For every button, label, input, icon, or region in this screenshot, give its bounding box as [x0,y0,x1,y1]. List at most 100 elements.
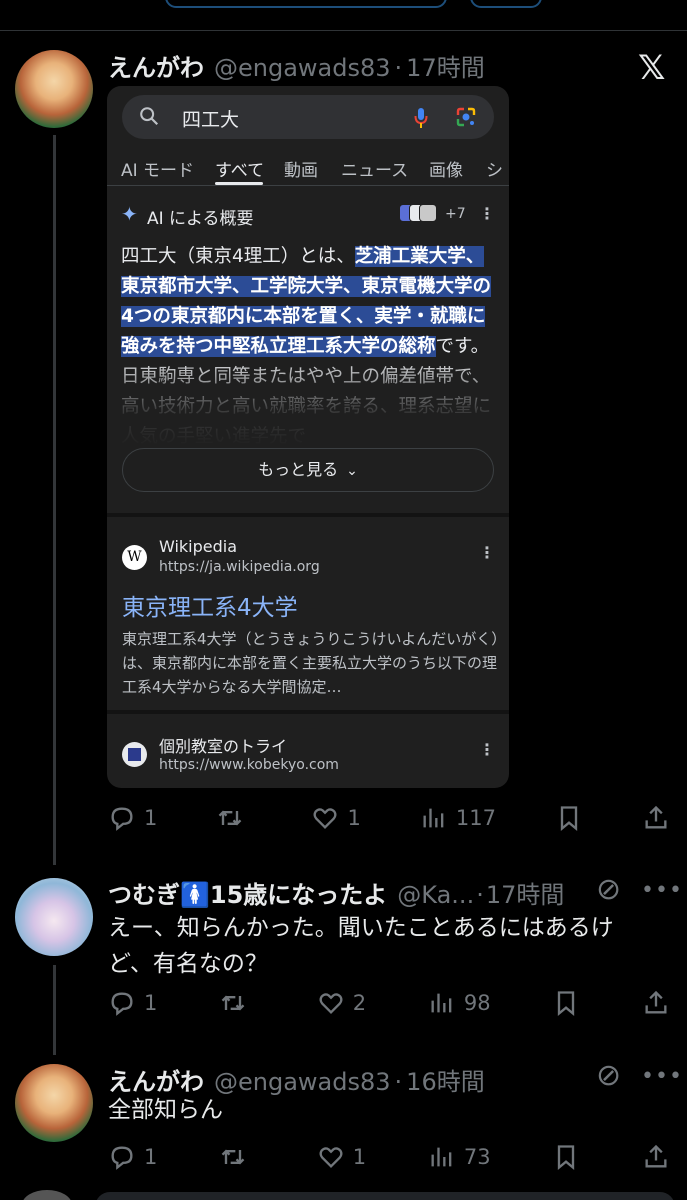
thread-line [53,965,56,1055]
result-url: https://www.kobekyo.com [159,757,339,773]
kebab-icon: ⋮ [479,204,495,223]
top-button-pill[interactable] [470,0,542,8]
reply-count: 1 [144,1145,158,1169]
reply-icon [111,992,133,1016]
retweet-button[interactable] [216,804,252,832]
like-icon [313,808,337,829]
grok-icon[interactable]: ⊘ [596,872,621,907]
views-count: 117 [455,806,496,830]
like-button[interactable]: 1 [317,1143,366,1171]
views-button[interactable]: 73 [428,1143,491,1171]
views-icon [431,1147,452,1167]
share-button[interactable] [642,989,670,1017]
views-count: 73 [463,1145,491,1169]
result-site-name: Wikipedia [159,537,238,556]
like-button[interactable]: 1 [311,804,361,832]
wikipedia-favicon-icon: W [122,545,147,570]
views-button[interactable]: 98 [428,989,491,1017]
share-icon [645,990,667,1014]
active-tab-indicator [215,182,263,185]
views-icon [431,993,452,1013]
tweet-actions: 1 2 98 [108,983,670,1023]
ai-text-intro: 四工大（東京4理工）とは、 [121,246,355,267]
handle[interactable]: @engawads83 [214,1068,391,1096]
avatar[interactable] [15,1064,93,1142]
more-icon[interactable]: ••• [641,878,683,903]
tab-video: 動画 [284,161,318,181]
reply-icon [111,1146,133,1170]
timestamp[interactable]: 16時間 [406,1062,485,1097]
handle[interactable]: @engawads83 [214,54,391,82]
retweet-button[interactable] [219,989,255,1017]
tweet-text: 全部知らん [108,1097,223,1123]
kebab-icon: ⋮ [479,740,495,759]
retweet-icon [221,1149,245,1165]
source-favicons [399,204,437,224]
display-name[interactable]: つむぎ🚺15歳になったよ [108,875,387,910]
like-count: 2 [352,991,367,1015]
result-snippet: 東京理工系4大学（とうきょうりこうけいよんだいがく）は、東京都内に本部を置く主要… [122,630,499,696]
kebab-icon: ⋮ [479,543,495,562]
bookmark-icon [558,991,575,1016]
top-search-pill[interactable] [165,0,447,8]
chevron-down-icon: ⌄ [346,463,358,479]
handle[interactable]: @Ka... [397,881,474,909]
search-bar: 四工大 [122,95,494,139]
x-logo-icon: 𝕏 [638,48,666,88]
share-button[interactable] [642,804,670,832]
like-count: 1 [352,1145,367,1169]
reply-icon [111,807,133,831]
tab-more: シ [486,161,503,181]
show-more-label: もっと見る [258,460,339,479]
result-site-name: 個別教室のトライ [159,737,288,756]
mic-icon [414,108,428,128]
separator: · [394,1068,403,1096]
retweet-button[interactable] [219,1143,255,1171]
like-icon [319,993,343,1014]
section-separator [107,513,509,517]
separator: · [476,881,484,909]
retweet-icon [219,810,242,826]
tweet-text: えー、知らんかった。聞いたことあるにはあるけど、有名なの？ [108,915,614,977]
tab-all: すべて [215,161,265,181]
timestamp[interactable]: 17時間 [486,875,565,910]
search-tabs: AI モード すべて 動画 ニュース 画像 シ [107,148,509,186]
reply-count: 1 [144,806,158,830]
grok-icon[interactable]: ⊘ [596,1058,621,1093]
like-button[interactable]: 2 [317,989,366,1017]
more-icon[interactable]: ••• [641,1064,683,1089]
reply-button[interactable]: 1 [108,1143,157,1171]
share-button[interactable] [642,1143,670,1171]
reply-compose-input[interactable] [95,1192,675,1200]
attached-image[interactable]: 四工大 AI モード すべて 動画 ニュース 画像 シ ✦ AI による概要 +… [107,86,509,788]
display-name[interactable]: えんがわ [108,48,204,83]
search-icon [140,107,159,126]
tweet-actions: 1 1 73 [108,1137,670,1177]
reply-button[interactable]: 1 [108,989,157,1017]
avatar[interactable] [15,50,93,128]
divider [0,30,687,31]
lens-icon [456,107,476,127]
tweet-header: えんがわ @engawads83 · 17時間 [108,48,485,83]
search-query: 四工大 [182,109,240,131]
bookmark-button[interactable] [555,804,583,832]
tab-news: ニュース [341,161,409,181]
timestamp[interactable]: 17時間 [406,48,485,83]
bookmark-icon [560,806,578,831]
like-icon [319,1147,343,1168]
ai-overview-title: AI による概要 [147,209,254,229]
share-icon [645,805,667,829]
show-more-button: もっと見る ⌄ [122,448,494,492]
section-separator [107,710,509,714]
views-button[interactable]: 117 [420,804,496,832]
avatar[interactable] [15,878,93,956]
reply-button[interactable]: 1 [108,804,157,832]
tweet-header: つむぎ🚺15歳になったよ @Ka... · 17時間 [108,875,564,910]
views-icon [423,808,444,828]
share-icon [645,1144,667,1168]
sparkle-icon: ✦ [121,202,138,226]
avatar [22,1190,72,1200]
bookmark-button[interactable] [552,1143,580,1171]
bookmark-button[interactable] [552,989,580,1017]
result-url: https://ja.wikipedia.org [159,559,320,575]
